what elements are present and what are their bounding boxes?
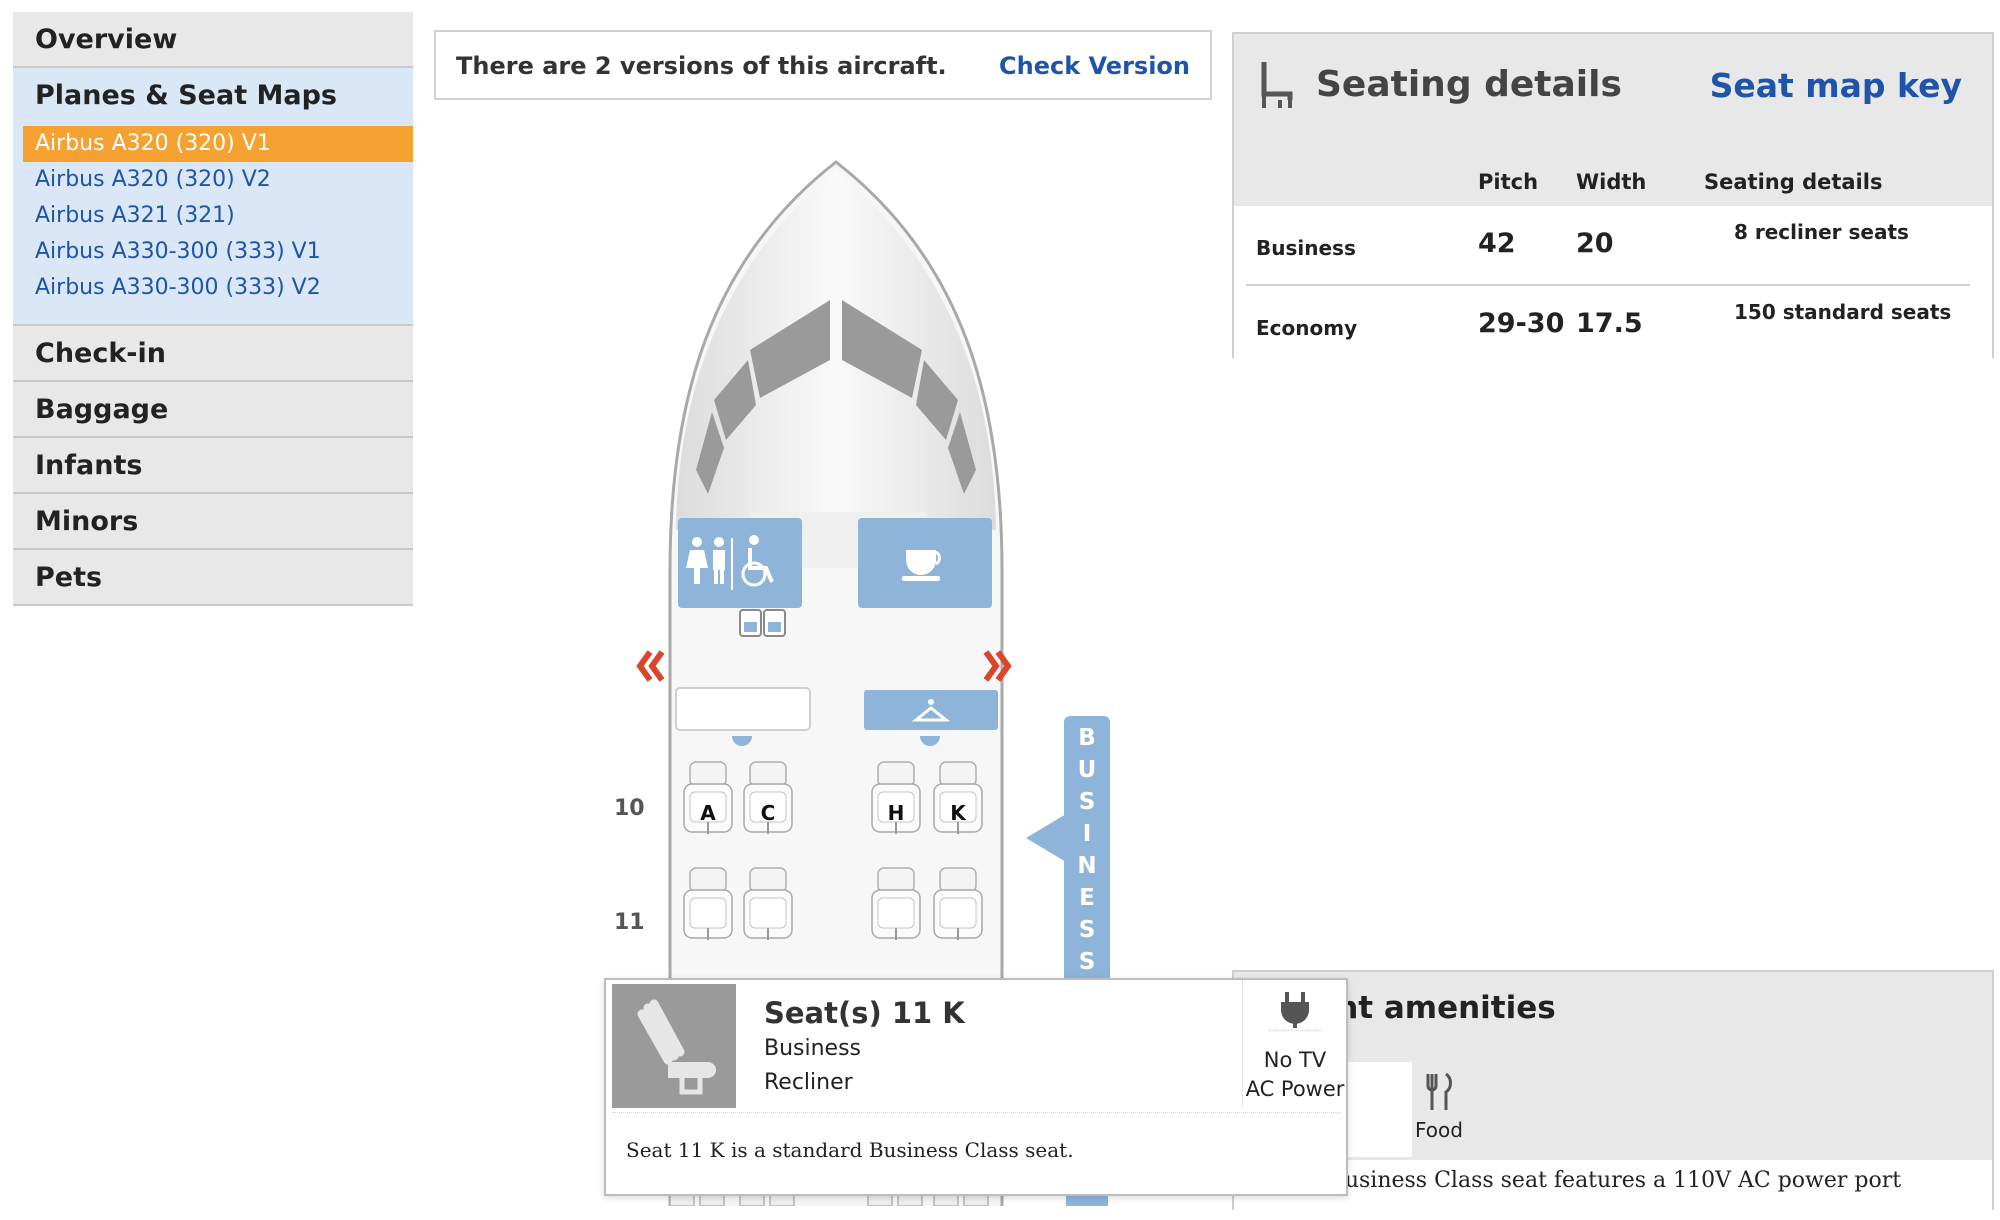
amenities-title: ght amenities <box>1314 990 1556 1026</box>
sidebar: Overview Planes & Seat Maps Airbus A320 … <box>13 12 413 606</box>
seat-info-popup: Seat(s) 11 K Business Recliner No TV AC … <box>604 978 1348 1196</box>
popup-seat-title: Seat(s) 11 K <box>764 996 965 1030</box>
seat-letter: H <box>888 801 905 825</box>
seating-description: 8 recliner seats <box>1734 220 1909 244</box>
seating-details-panel: Seating details Seat map key Pitch Width… <box>1232 32 1994 358</box>
width-value: 17.5 <box>1576 308 1643 339</box>
seat-10C[interactable]: C <box>743 761 793 835</box>
nav-overview[interactable]: Overview <box>13 12 413 68</box>
recliner-seat-image <box>612 984 736 1108</box>
nav-pets[interactable]: Pets <box>13 550 413 606</box>
cabin-label-letter: S <box>1079 917 1096 943</box>
aircraft-item-a320-v1[interactable]: Airbus A320 (320) V1 <box>23 126 413 162</box>
galley-cup-icon[interactable] <box>858 518 992 608</box>
aircraft-item-a321[interactable]: Airbus A321 (321) <box>23 198 413 234</box>
stowage-area <box>675 687 811 731</box>
closet-hanger-icon <box>864 690 998 730</box>
version-notice-text: There are 2 versions of this aircraft. <box>456 52 947 80</box>
popup-seat-class: Business <box>764 1036 862 1061</box>
power-plug-icon <box>1269 986 1321 1031</box>
cabin-label-letter: U <box>1078 757 1097 783</box>
seating-details-header: Seating details Seat map key Pitch Width… <box>1234 34 1992 206</box>
cabin-label-letter: S <box>1079 949 1096 975</box>
cabin-label-letter: B <box>1078 725 1096 751</box>
check-version-link[interactable]: Check Version <box>999 52 1190 80</box>
table-row: Economy 29-30 17.5 150 standard seats <box>1246 286 1970 364</box>
seating-details-table: Business 42 20 8 recliner seats Economy … <box>1234 206 1992 358</box>
nose-cone <box>676 170 996 530</box>
aircraft-list: Airbus A320 (320) V1 Airbus A320 (320) V… <box>13 124 413 326</box>
fork-knife-icon <box>1426 1072 1452 1110</box>
popup-seat-description: Seat 11 K is a standard Business Class s… <box>626 1138 1074 1162</box>
nav-check-in[interactable]: Check-in <box>13 326 413 382</box>
nav-minors[interactable]: Minors <box>13 494 413 550</box>
seat-11A[interactable] <box>683 867 733 941</box>
class-name: Economy <box>1256 316 1358 340</box>
row-number: 10 <box>614 796 645 821</box>
tab-food[interactable]: Food <box>1394 1072 1484 1142</box>
cabin-label-letter: I <box>1083 821 1092 847</box>
class-name: Business <box>1256 236 1356 260</box>
seat-10H[interactable]: H <box>871 761 921 835</box>
seat-10K[interactable]: K <box>933 761 983 835</box>
seat-letter: A <box>700 801 716 825</box>
cabin-label-letter: S <box>1079 789 1096 815</box>
amenities-description: Each Business Class seat features a 110V… <box>1266 1168 1902 1193</box>
row-number: 11 <box>614 910 645 935</box>
lavatory-icon[interactable] <box>678 518 802 608</box>
cabin-label-letter: N <box>1077 853 1096 879</box>
pitch-value: 42 <box>1478 228 1516 259</box>
seat-11H[interactable] <box>871 867 921 941</box>
column-header-pitch: Pitch <box>1478 170 1539 194</box>
nav-infants[interactable]: Infants <box>13 438 413 494</box>
popup-no-tv: No TV <box>1263 1048 1327 1072</box>
chair-icon <box>1261 62 1293 108</box>
exit-left-icon[interactable] <box>636 650 665 682</box>
aircraft-item-a320-v2[interactable]: Airbus A320 (320) V2 <box>23 162 413 198</box>
aircraft-item-a330-v2[interactable]: Airbus A330-300 (333) V2 <box>23 270 413 306</box>
seat-letter: K <box>950 801 967 825</box>
nav-planes-seat-maps[interactable]: Planes & Seat Maps <box>13 68 413 124</box>
popup-divider <box>612 1112 1340 1113</box>
seat-11C[interactable] <box>743 867 793 941</box>
popup-seat-type: Recliner <box>764 1070 853 1095</box>
width-value: 20 <box>1576 228 1614 259</box>
popup-amenities: No TV AC Power <box>1242 980 1347 1108</box>
popup-ac-power: AC Power <box>1245 1077 1345 1101</box>
seat-10A[interactable]: A <box>683 761 733 835</box>
cabin-label-letter: E <box>1079 885 1095 911</box>
seat-map-key-link[interactable]: Seat map key <box>1710 66 1962 105</box>
recliner-icon <box>637 999 716 1095</box>
seating-description: 150 standard seats <box>1734 300 1952 324</box>
nav-baggage[interactable]: Baggage <box>13 382 413 438</box>
column-header-details: Seating details <box>1704 170 1883 194</box>
table-row: Business 42 20 8 recliner seats <box>1246 206 1970 286</box>
aircraft-item-a330-v1[interactable]: Airbus A330-300 (333) V1 <box>23 234 413 270</box>
seat-11K[interactable] <box>933 867 983 941</box>
version-notice: There are 2 versions of this aircraft. C… <box>434 30 1212 100</box>
column-header-width: Width <box>1576 170 1647 194</box>
seating-details-title: Seating details <box>1316 64 1622 105</box>
pitch-value: 29-30 <box>1478 308 1565 339</box>
seat-letter: C <box>761 801 776 825</box>
tab-food-label: Food <box>1415 1118 1463 1142</box>
